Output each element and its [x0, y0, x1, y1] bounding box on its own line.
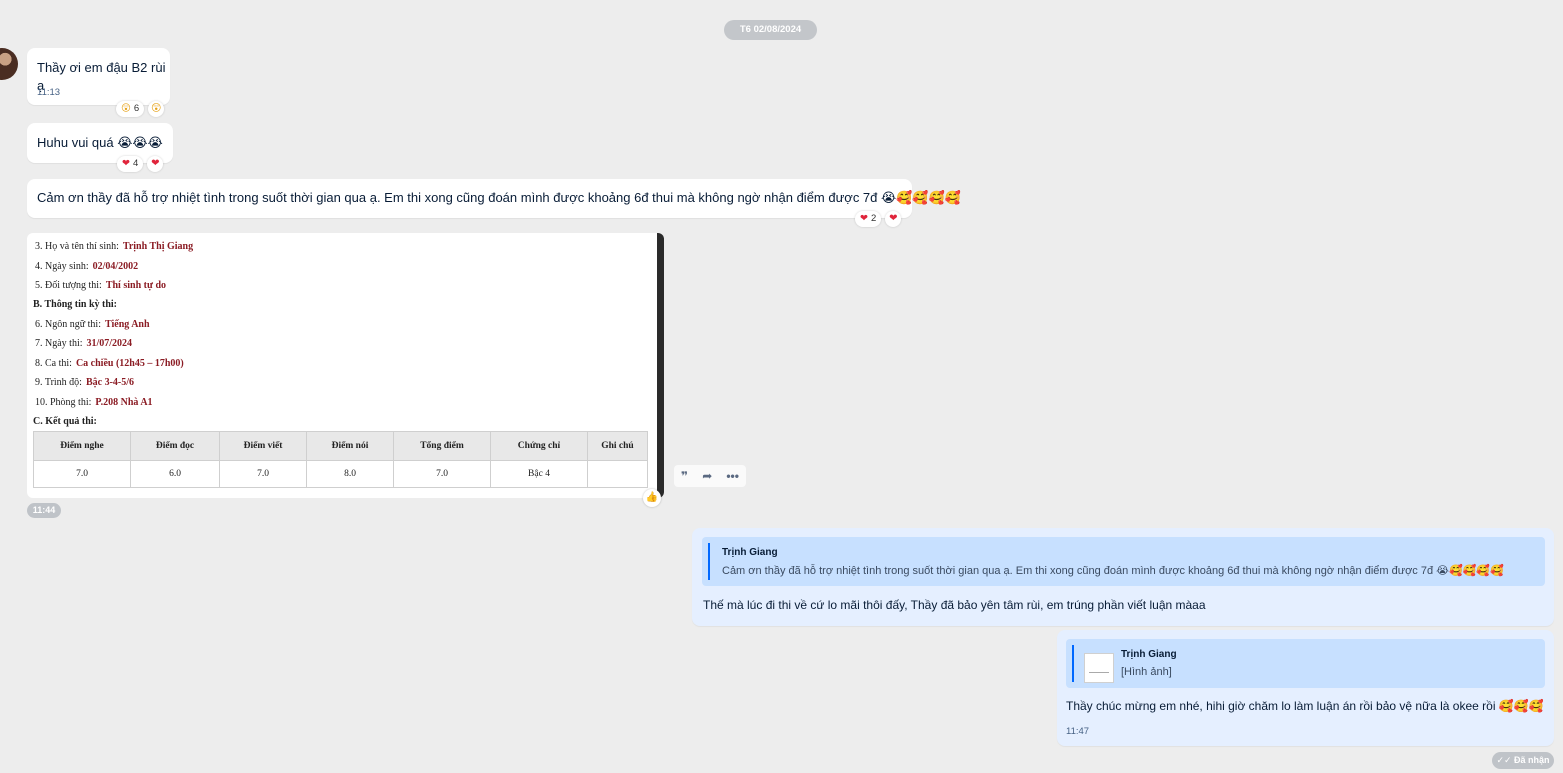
- heart-icon[interactable]: ❤: [885, 211, 902, 227]
- reaction-summary[interactable]: ❤ 4: [117, 156, 144, 172]
- message-time: 11:13: [37, 87, 61, 98]
- reaction-summary[interactable]: ❤ 2: [855, 211, 882, 227]
- heart-icon[interactable]: ❤: [147, 156, 164, 172]
- quote-bar: [708, 543, 710, 580]
- astonished-face-icon[interactable]: 😲: [148, 101, 165, 117]
- quote-icon[interactable]: ❞: [681, 469, 688, 483]
- message-bubble[interactable]: Cảm ơn thầy đã hỗ trợ nhiệt tình trong s…: [27, 179, 961, 218]
- reaction-group[interactable]: ❤ 4 ❤: [117, 156, 164, 172]
- reaction-summary[interactable]: 😲 6: [116, 101, 145, 117]
- quote-text: Cảm ơn thầy đã hỗ trợ nhiệt tình trong s…: [722, 565, 1504, 577]
- quote-author: Trịnh Giang: [1121, 649, 1177, 660]
- quote-text: [Hình ảnh]: [1121, 666, 1172, 678]
- heart-icon: ❤: [860, 213, 868, 224]
- quote-author: Trịnh Giang: [722, 547, 778, 558]
- info-row: 10. Phòng thi: P.208 Nhà A1: [35, 397, 153, 408]
- double-check-icon: ✓✓: [1496, 755, 1512, 765]
- avatar[interactable]: [0, 48, 18, 80]
- info-row: 5. Đối tượng thi: Thí sinh tự do: [35, 280, 167, 291]
- astonished-face-icon: 😲: [121, 103, 131, 114]
- delivery-status: ✓✓ Đã nhận: [1492, 752, 1554, 769]
- quote-bar: [1072, 645, 1074, 682]
- message-text: Thế mà lúc đi thi về cứ lo mãi thôi đấy,…: [703, 598, 1206, 612]
- message-text: Huhu vui quá 😭😭😭: [37, 135, 163, 150]
- quoted-message[interactable]: Trịnh Giang [Hình ảnh]: [1066, 639, 1545, 688]
- message-actions: ❞ ➦ •••: [674, 465, 746, 487]
- info-row: 6. Ngôn ngữ thi: Tiếng Anh: [35, 319, 150, 330]
- info-row: 4. Ngày sinh: 02/04/2002: [35, 261, 139, 272]
- message-bubble[interactable]: Thầy ơi em đậu B2 rùi ạ 11:13: [27, 48, 170, 105]
- quoted-message[interactable]: Trịnh Giang Cảm ơn thầy đã hỗ trợ nhiệt …: [702, 537, 1545, 586]
- my-message-bubble[interactable]: Trịnh Giang Cảm ơn thầy đã hỗ trợ nhiệt …: [692, 528, 1554, 626]
- more-icon[interactable]: •••: [726, 469, 739, 483]
- reaction-count: 2: [870, 213, 877, 224]
- image-message[interactable]: 3. Họ và tên thí sinh: Trịnh Thị Giang 4.…: [27, 233, 664, 498]
- message-text: Thầy chúc mừng em nhé, hihi giờ chăm lo …: [1066, 699, 1544, 713]
- like-icon[interactable]: 👍: [643, 489, 661, 507]
- reaction-count: 4: [132, 158, 139, 169]
- message-time: 11:47: [1066, 726, 1090, 737]
- reaction-count: 6: [133, 103, 140, 114]
- message-text: Cảm ơn thầy đã hỗ trợ nhiệt tình trong s…: [37, 190, 961, 205]
- info-row: 8. Ca thi: Ca chiều (12h45 – 17h00): [35, 358, 184, 369]
- info-row: 3. Họ và tên thí sinh: Trịnh Thị Giang: [35, 241, 194, 252]
- info-row: 7. Ngày thi: 31/07/2024: [35, 338, 133, 349]
- heart-icon: ❤: [122, 158, 130, 169]
- reaction-group[interactable]: 😲 6 😲: [116, 101, 165, 117]
- share-icon[interactable]: ➦: [702, 469, 712, 483]
- date-separator: T6 02/08/2024: [724, 20, 817, 40]
- info-row: 9. Trình độ: Bậc 3-4-5/6: [35, 377, 135, 388]
- image-thumbnail: [1084, 653, 1114, 683]
- section-heading: B. Thông tin kỳ thi:: [33, 299, 118, 310]
- message-time: 11:44: [27, 503, 61, 518]
- score-table: Điểm nghe Điểm đọc Điểm viết Điểm nói Tổ…: [33, 431, 648, 488]
- my-message-bubble[interactable]: Trịnh Giang [Hình ảnh] Thầy chúc mừng em…: [1057, 630, 1554, 746]
- section-heading: C. Kết quả thi:: [33, 416, 97, 427]
- image-edge: [657, 233, 664, 498]
- reaction-group[interactable]: ❤ 2 ❤: [855, 211, 902, 227]
